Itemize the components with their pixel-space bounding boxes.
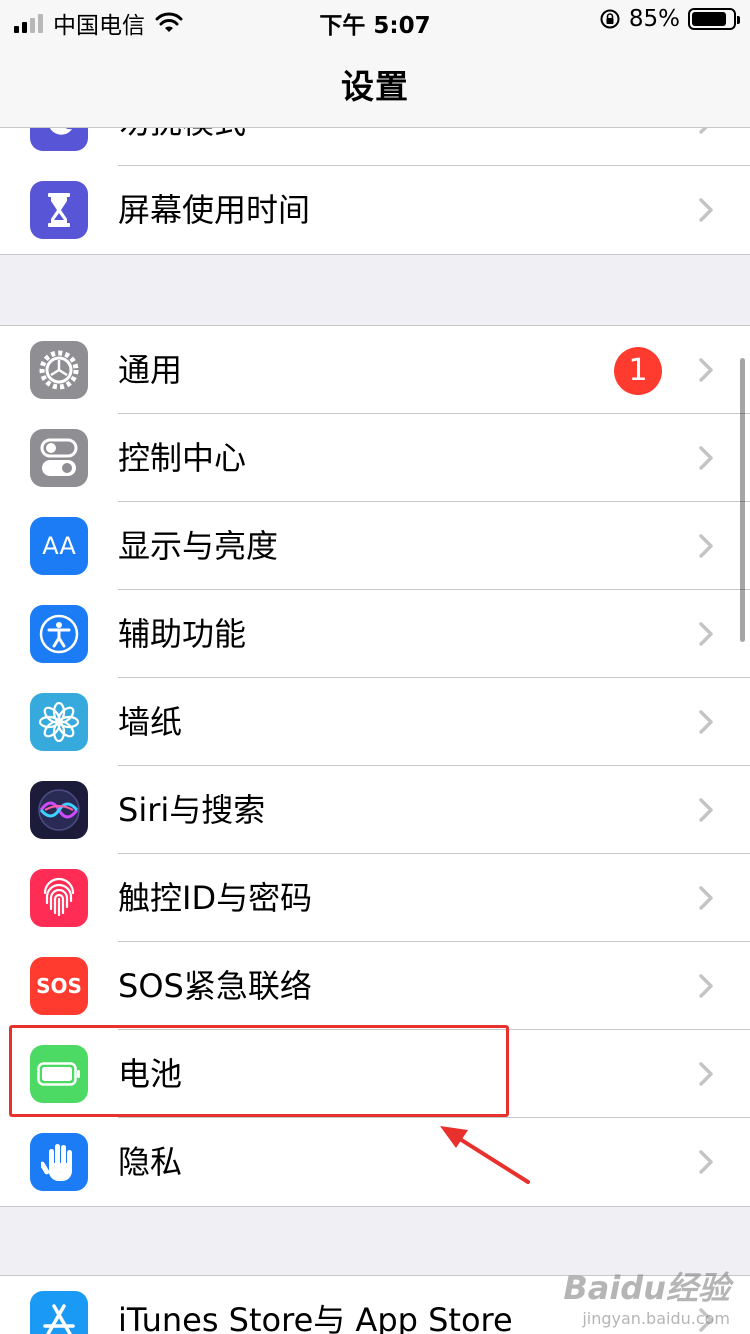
settings-row-label: 控制中心 xyxy=(118,439,247,477)
chevron-right-icon xyxy=(699,798,713,822)
settings-row-display-brightness[interactable]: AA 显示与亮度 xyxy=(0,502,750,590)
app-store-icon xyxy=(30,1291,88,1334)
flower-icon xyxy=(30,693,88,751)
hourglass-icon xyxy=(30,181,88,239)
accessibility-icon xyxy=(30,605,88,663)
chevron-right-icon xyxy=(699,358,713,382)
chevron-right-icon xyxy=(699,446,713,470)
battery-percent: 85% xyxy=(628,6,680,32)
annotation-arrow-icon xyxy=(440,1126,530,1184)
settings-row-privacy[interactable]: 隐私 xyxy=(0,1118,750,1206)
settings-row-general[interactable]: 通用 1 xyxy=(0,326,750,414)
settings-row-siri-search[interactable]: Siri与搜索 xyxy=(0,766,750,854)
chevron-right-icon xyxy=(699,534,713,558)
settings-row-accessibility[interactable]: 辅助功能 xyxy=(0,590,750,678)
chevron-right-icon xyxy=(699,974,713,998)
chevron-right-icon xyxy=(699,1150,713,1174)
settings-row-control-center[interactable]: 控制中心 xyxy=(0,414,750,502)
battery-status-icon xyxy=(688,8,740,30)
settings-row-label: 辅助功能 xyxy=(118,615,247,653)
siri-icon xyxy=(30,781,88,839)
status-bar: 中国电信 下午 5:07 85% xyxy=(0,0,750,40)
icon-glyph: SOS xyxy=(36,974,82,998)
chevron-right-icon xyxy=(699,1062,713,1086)
sos-icon: SOS xyxy=(30,957,88,1015)
settings-row-label: 显示与亮度 xyxy=(118,527,279,565)
toggles-icon xyxy=(30,429,88,487)
notification-badge: 1 xyxy=(614,347,662,395)
settings-row-label: 触控ID与密码 xyxy=(118,879,313,917)
settings-row-label: 隐私 xyxy=(118,1143,183,1181)
settings-row-label: SOS紧急联络 xyxy=(118,967,312,1005)
status-right: 85% xyxy=(599,6,740,32)
settings-row-screen-time[interactable]: 屏幕使用时间 xyxy=(0,166,750,254)
settings-row-emergency-sos[interactable]: SOS SOS紧急联络 xyxy=(0,942,750,1030)
fingerprint-icon xyxy=(30,869,88,927)
watermark-logo: Baidu经验 xyxy=(563,1269,730,1307)
hand-icon xyxy=(30,1133,88,1191)
chevron-right-icon xyxy=(699,710,713,734)
settings-row-touch-id-passcode[interactable]: 触控ID与密码 xyxy=(0,854,750,942)
navigation-bar: 设置 xyxy=(0,40,750,128)
settings-row-label: 墙纸 xyxy=(118,703,183,741)
settings-row-wallpaper[interactable]: 墙纸 xyxy=(0,678,750,766)
chevron-right-icon xyxy=(699,198,713,222)
battery-fill xyxy=(692,12,726,26)
watermark-url: jingyan.baidu.com xyxy=(582,1309,730,1328)
watermark: Baidu经验 jingyan.baidu.com xyxy=(563,1263,730,1328)
page-title: 设置 xyxy=(341,66,409,106)
chevron-right-icon xyxy=(699,886,713,910)
settings-row-label: Siri与搜索 xyxy=(118,791,266,829)
orientation-lock-icon xyxy=(600,9,620,29)
settings-row-label: iTunes Store与 App Store xyxy=(118,1301,513,1334)
settings-row-label: 屏幕使用时间 xyxy=(118,191,311,229)
chevron-right-icon xyxy=(699,622,713,646)
gear-icon xyxy=(30,341,88,399)
scroll-indicator[interactable] xyxy=(740,358,745,642)
settings-row-label: 通用 xyxy=(118,351,183,389)
highlight-box xyxy=(9,1025,509,1117)
text-size-icon: AA xyxy=(30,517,88,575)
icon-glyph: AA xyxy=(42,532,76,560)
